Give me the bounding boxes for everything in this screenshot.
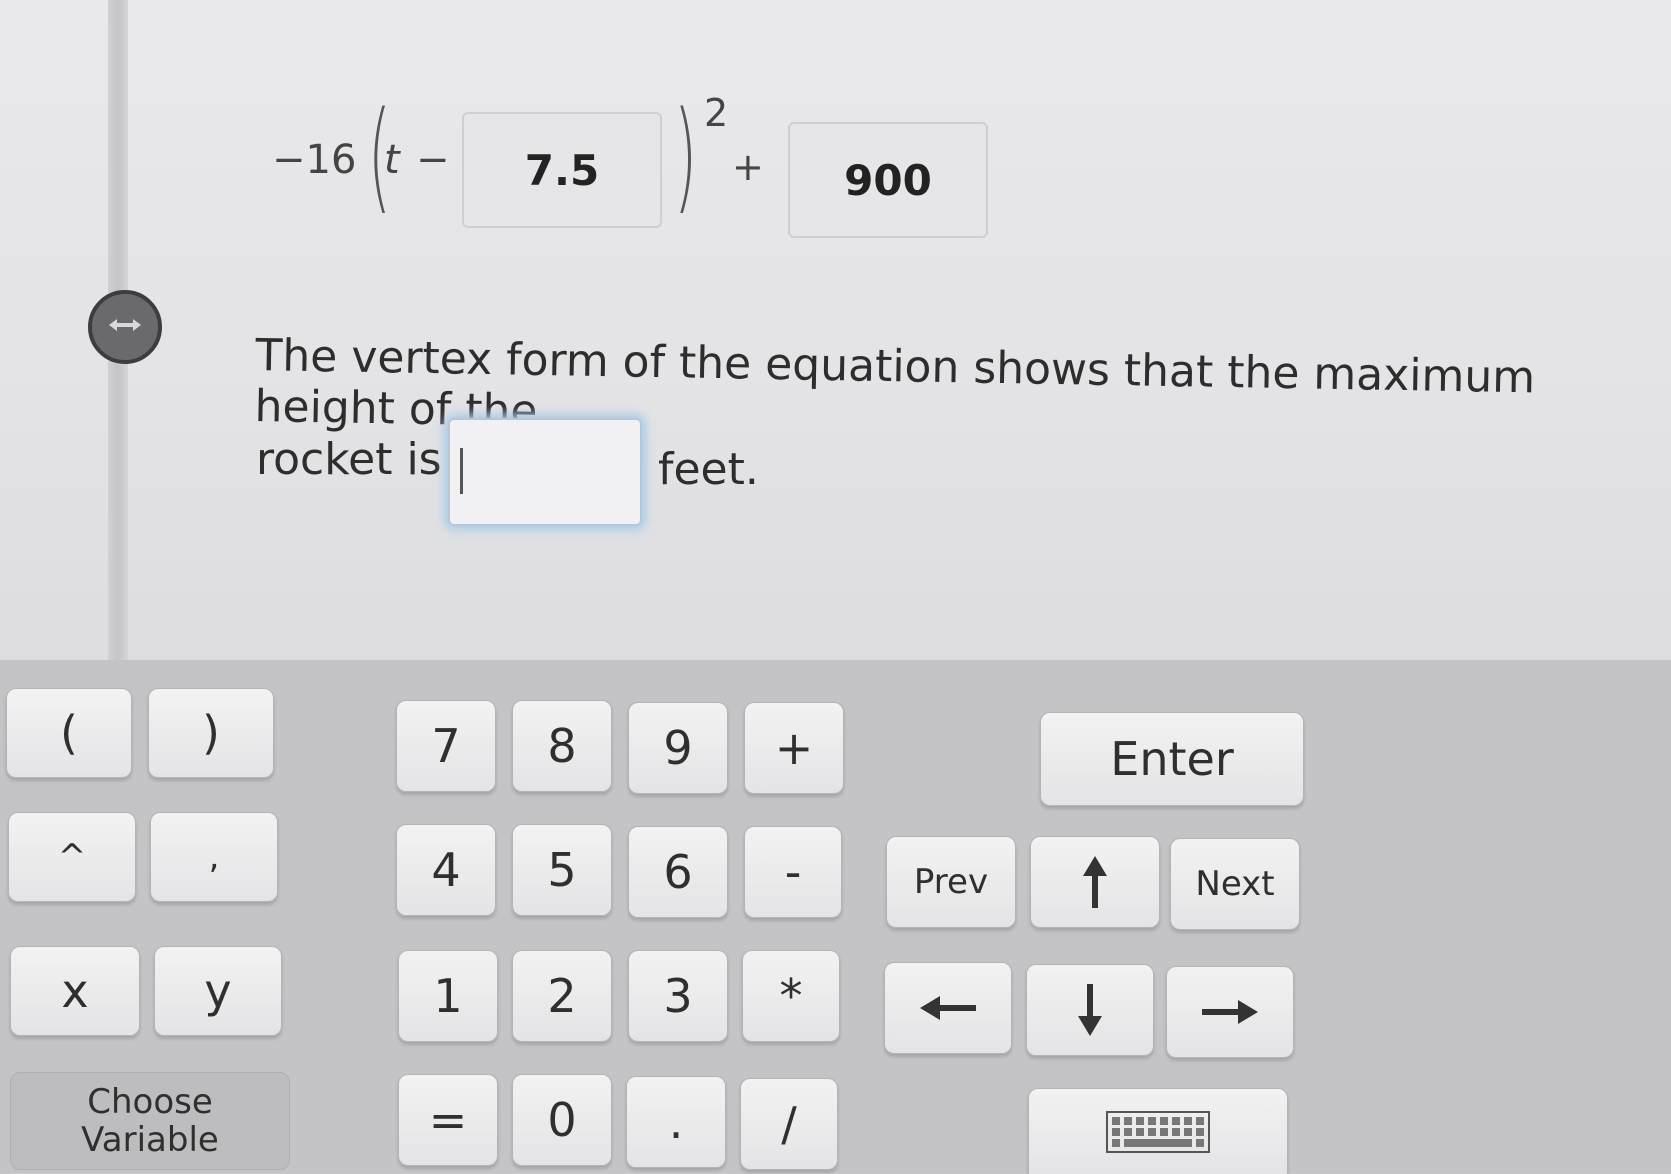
- arrow-down-icon: [1075, 982, 1105, 1038]
- key-2[interactable]: 2: [512, 950, 612, 1042]
- units-label: feet.: [658, 444, 759, 495]
- key-minus[interactable]: -: [744, 826, 842, 918]
- arrow-up-icon: [1080, 854, 1110, 910]
- minus-sign: −: [416, 137, 450, 183]
- choose-variable-button[interactable]: Choose Variable: [10, 1072, 290, 1170]
- key-0[interactable]: 0: [512, 1074, 612, 1166]
- key-times[interactable]: *: [742, 950, 840, 1042]
- panel-toggle-button[interactable]: [88, 290, 162, 364]
- prev-button[interactable]: Prev: [886, 836, 1016, 928]
- key-slash[interactable]: /: [740, 1078, 838, 1170]
- key-5[interactable]: 5: [512, 824, 612, 916]
- key-equals[interactable]: =: [398, 1074, 498, 1166]
- key-4[interactable]: 4: [396, 824, 496, 916]
- text-caret: [460, 448, 463, 494]
- key-8[interactable]: 8: [512, 700, 612, 792]
- arrow-left-icon: [918, 993, 978, 1023]
- choose-variable-line1: Choose: [87, 1082, 213, 1122]
- key-caret[interactable]: ^: [8, 812, 136, 902]
- choose-variable-line2: Variable: [81, 1120, 219, 1160]
- right-paren: ): [673, 87, 698, 226]
- key-x[interactable]: x: [10, 946, 140, 1036]
- key-9[interactable]: 9: [628, 702, 728, 794]
- arrow-left-button[interactable]: [884, 962, 1012, 1054]
- k-value-box[interactable]: 900: [788, 122, 988, 238]
- key-dot[interactable]: .: [626, 1076, 726, 1168]
- coefficient: −16: [272, 137, 357, 183]
- question-panel: −16 ( t − ) 2 + 7.5 900 The vertex form …: [0, 0, 1671, 695]
- arrow-up-button[interactable]: [1030, 836, 1160, 928]
- arrow-down-button[interactable]: [1026, 964, 1154, 1056]
- next-button[interactable]: Next: [1170, 838, 1300, 930]
- exponent: 2: [704, 91, 729, 135]
- max-height-input[interactable]: [448, 418, 642, 526]
- arrow-right-button[interactable]: [1166, 966, 1294, 1058]
- keyboard-icon: [1106, 1110, 1210, 1153]
- keyboard-toggle-button[interactable]: [1028, 1088, 1288, 1174]
- h-value-box[interactable]: 7.5: [462, 112, 662, 228]
- double-arrow-icon: [105, 315, 145, 340]
- key-close-paren[interactable]: ): [148, 688, 274, 778]
- math-keypad: ( ) ^ , x y Choose Variable 7 8 9 + 4 5 …: [0, 660, 1671, 1174]
- key-7[interactable]: 7: [396, 700, 496, 792]
- key-plus[interactable]: +: [744, 702, 844, 794]
- variable-t: t: [384, 137, 400, 183]
- key-open-paren[interactable]: (: [6, 688, 132, 778]
- key-comma[interactable]: ,: [150, 812, 278, 902]
- question-line-2-prefix: rocket is: [256, 434, 442, 485]
- key-6[interactable]: 6: [628, 826, 728, 918]
- key-y[interactable]: y: [154, 946, 282, 1036]
- enter-button[interactable]: Enter: [1040, 712, 1304, 806]
- key-1[interactable]: 1: [398, 950, 498, 1042]
- plus-sign: +: [732, 145, 764, 189]
- arrow-right-icon: [1200, 997, 1260, 1027]
- key-3[interactable]: 3: [628, 950, 728, 1042]
